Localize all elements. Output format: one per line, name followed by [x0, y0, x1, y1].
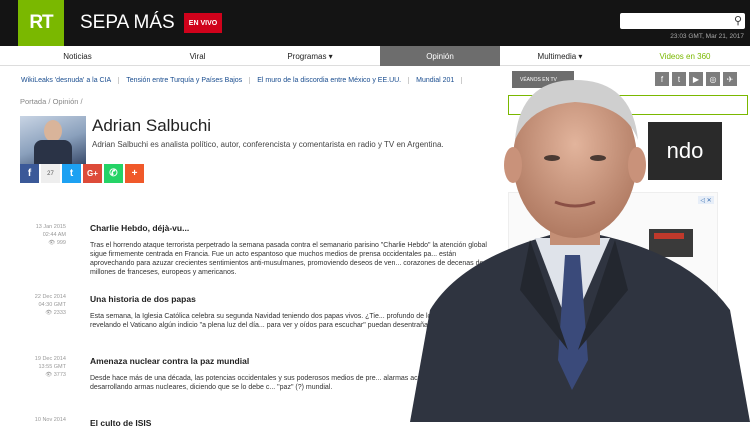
breadcrumb: Portada / Opinión / [20, 97, 83, 106]
author-description: Adrian Salbuchi es analista político, au… [92, 140, 444, 149]
breadcrumb-separator: / [80, 97, 83, 106]
ticker-item[interactable]: El muro de la discordia entre México y E… [250, 76, 410, 84]
breadcrumb-portada[interactable]: Portada [20, 97, 46, 106]
ticker-item[interactable]: Tensión entre Turquía y Países Bajos [119, 76, 251, 84]
date-time: 23:03 GMT, Mar 21, 2017 [670, 33, 744, 40]
breadcrumb-opinion[interactable]: Opinión [53, 97, 79, 106]
nav-viral[interactable]: Viral [155, 46, 240, 66]
search-icon[interactable]: ⚲ [734, 14, 742, 27]
author-avatar [20, 116, 86, 164]
nav-programas[interactable]: Programas ▾ [240, 46, 380, 66]
article-date: 10 Nov 2014 [34, 417, 66, 423]
facebook-share-icon[interactable]: f [20, 164, 39, 183]
twitter-share-icon[interactable]: t [62, 164, 81, 183]
brand-title[interactable]: SEPA MÁS [80, 12, 175, 34]
article-title[interactable]: El culto de ISIS [90, 418, 151, 428]
nav-noticias[interactable]: Noticias [0, 46, 155, 66]
breadcrumb-separator: / [48, 97, 51, 106]
article-date: 13 Jan 2015 02:44 AM 👁 999 [35, 224, 66, 246]
article-date: 19 Dec 2014 13:55 GMT 👁 3773 [34, 356, 66, 378]
share-count: 27 [41, 164, 60, 183]
article-date: 22 Dec 2014 04:30 GMT 👁 2333 [34, 294, 66, 316]
more-share-icon[interactable]: + [125, 164, 144, 183]
author-name: Adrian Salbuchi [92, 116, 212, 135]
google-plus-share-icon[interactable]: G+ [83, 164, 102, 183]
share-bar: f 27 t G+ ✆ + [20, 164, 144, 183]
article-title[interactable]: Una historia de dos papas [90, 294, 196, 304]
top-bar: RT SEPA MÁS EN VIVO ⚲ 23:03 GMT, Mar 21,… [0, 0, 750, 46]
live-button[interactable]: EN VIVO [184, 13, 222, 33]
search-input[interactable]: ⚲ [620, 13, 745, 29]
whatsapp-share-icon[interactable]: ✆ [104, 164, 123, 183]
article-title[interactable]: Amenaza nuclear contra la paz mundial [90, 356, 249, 366]
rt-logo[interactable]: RT [18, 0, 64, 46]
author-portrait-overlay [410, 80, 750, 422]
ticker-item[interactable]: WikiLeaks 'desnuda' a la CIA [14, 76, 120, 84]
article-title[interactable]: Charlie Hebdo, déjà-vu... [90, 223, 189, 233]
